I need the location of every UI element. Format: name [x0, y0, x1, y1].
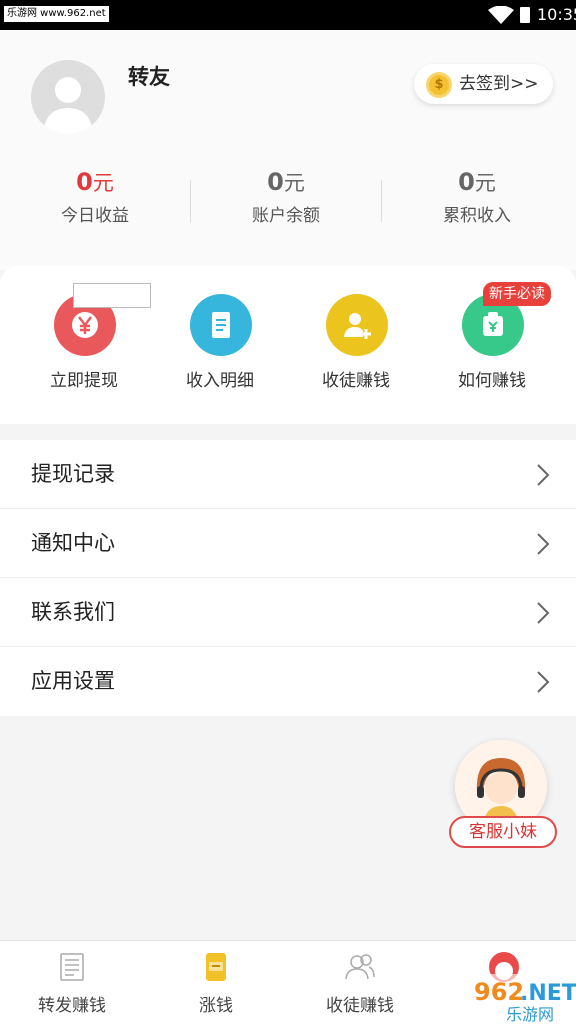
customer-service-button[interactable]: 客服小妹 [449, 740, 557, 848]
stat-value: 0 [267, 168, 284, 196]
new-user-badge: 新手必读 [483, 282, 551, 306]
stat-label: 账户余额 [252, 206, 320, 226]
menu-item-notifications[interactable]: 通知中心 [0, 509, 576, 578]
menu-item-label: 联系我们 [31, 600, 115, 624]
scroll-icon [206, 953, 226, 981]
checkin-button[interactable]: $ 去签到>> [414, 64, 553, 104]
stat-balance: 0元 账户余额 [191, 166, 381, 227]
menu-item-withdraw-records[interactable]: 提现记录 [0, 440, 576, 509]
tab-share-earn[interactable]: 转发赚钱 [0, 941, 144, 1024]
battery-icon [520, 7, 530, 23]
svg-text:.NET: .NET [520, 981, 576, 1006]
newspaper-icon [60, 953, 84, 981]
chevron-right-icon [537, 671, 550, 693]
menu-item-contact-us[interactable]: 联系我们 [0, 578, 576, 647]
avatar-icon [43, 77, 93, 134]
clock: 10:35 [537, 5, 576, 24]
watermark-label: 乐游网 www.962.net [4, 6, 109, 22]
add-user-icon [326, 294, 388, 356]
quick-action-label: 立即提现 [50, 371, 118, 391]
tab-recruit-earn[interactable]: 收徒赚钱 [288, 941, 432, 1024]
coin-icon: $ [426, 72, 452, 98]
stat-value: 0 [458, 168, 475, 196]
menu-item-label: 提现记录 [31, 462, 115, 486]
chevron-right-icon [537, 464, 550, 486]
stat-today-earnings: 0元 今日收益 [0, 166, 190, 227]
menu-item-label: 应用设置 [31, 669, 115, 693]
quick-withdraw[interactable]: 立即提现 [14, 294, 154, 404]
tab-raise[interactable]: 涨钱 [144, 941, 288, 1024]
username: 转友 [128, 65, 170, 89]
svg-text:乐游网: 乐游网 [506, 1005, 554, 1024]
users-icon [345, 954, 375, 980]
checkin-label: 去签到>> [459, 74, 539, 94]
svg-text:962: 962 [474, 978, 524, 1006]
tab-label: 转发赚钱 [38, 996, 106, 1016]
menu-item-app-settings[interactable]: 应用设置 [0, 647, 576, 716]
quick-action-label: 收入明细 [186, 371, 254, 391]
menu-list: 提现记录 通知中心 联系我们 应用设置 [0, 440, 576, 716]
stat-unit: 元 [474, 171, 496, 195]
stat-label: 累积收入 [443, 206, 511, 226]
stat-value: 0 [76, 168, 93, 196]
quick-action-label: 收徒赚钱 [322, 371, 390, 391]
customer-service-label: 客服小妹 [449, 816, 557, 848]
wifi-icon [488, 6, 514, 24]
chevron-right-icon [537, 602, 550, 624]
quick-recruit[interactable]: 收徒赚钱 [286, 294, 426, 404]
stat-total-income: 0元 累积收入 [382, 166, 572, 227]
tab-label: 收徒赚钱 [326, 996, 394, 1016]
stat-label: 今日收益 [61, 206, 129, 226]
menu-item-label: 通知中心 [31, 531, 115, 555]
placeholder-box [73, 283, 151, 308]
watermark-logo: 962 .NET 乐游网 [470, 974, 576, 1024]
document-icon [190, 294, 252, 356]
chevron-right-icon [537, 533, 550, 555]
quick-how-to-earn[interactable]: 如何赚钱 [422, 294, 562, 404]
quick-income-detail[interactable]: 收入明细 [150, 294, 290, 404]
status-bar: 乐游网 www.962.net 10:35 [0, 0, 576, 30]
tab-label: 涨钱 [199, 996, 233, 1016]
stat-unit: 元 [92, 171, 114, 195]
quick-action-label: 如何赚钱 [458, 371, 526, 391]
stat-unit: 元 [283, 171, 305, 195]
avatar[interactable] [31, 60, 105, 134]
